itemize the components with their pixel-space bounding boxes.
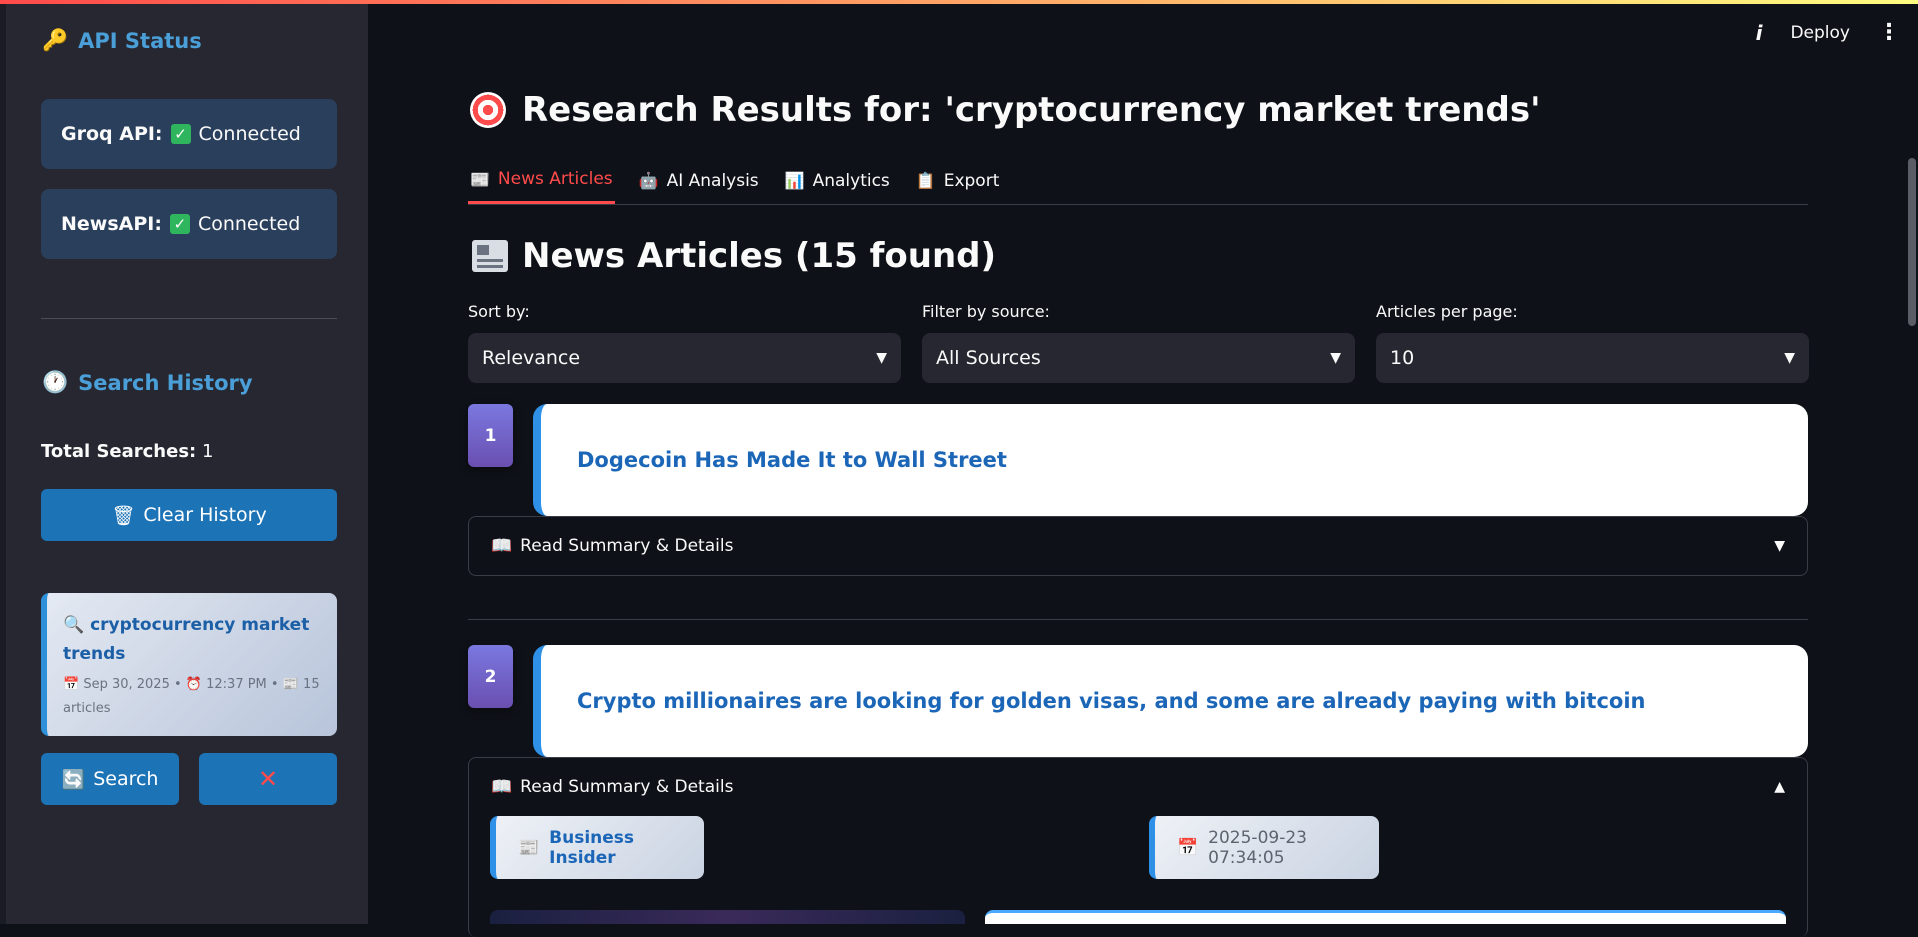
total-searches: Total Searches: 1 (41, 441, 214, 462)
info-icon[interactable]: i (1756, 21, 1763, 45)
target-icon (470, 92, 506, 128)
article-image-preview (490, 910, 965, 924)
alarm-clock-icon: ⏰ (185, 677, 202, 692)
source-filter-label: Filter by source: (922, 302, 1050, 321)
groq-status-card: Groq API: ✓ Connected (41, 99, 337, 169)
article-title-link[interactable]: Crypto millionaires are looking for gold… (577, 689, 1645, 713)
key-icon: 🔑 (42, 28, 69, 52)
sidebar: 🔑 API Status Groq API: ✓ Connected NewsA… (0, 0, 368, 924)
scrollbar[interactable] (1908, 158, 1916, 326)
sidebar-divider (41, 318, 337, 319)
newspaper-icon: 📰 (282, 677, 299, 692)
article-number-badge: 1 (468, 404, 513, 467)
sort-label: Sort by: (468, 302, 530, 321)
trash-icon: 🗑 (111, 504, 136, 527)
tab-ai-analysis[interactable]: 🤖 AI Analysis (637, 165, 761, 204)
refresh-icon: 🔄 (61, 768, 86, 791)
article-expander[interactable]: 📖 Read Summary & Details ▼ (468, 516, 1808, 576)
newspaper-icon: 📰 (470, 169, 490, 189)
chevron-down-icon: ▼ (1774, 538, 1785, 554)
close-icon: ✕ (257, 765, 279, 793)
delete-history-button[interactable]: ✕ (199, 753, 337, 805)
per-page-select[interactable]: 10 ▼ (1376, 333, 1809, 383)
tab-analytics[interactable]: 📊 Analytics (783, 165, 892, 204)
open-book-icon: 📖 (491, 777, 513, 797)
search-history-heading: 🕐 Search History (42, 370, 253, 395)
tab-bar: 📰 News Articles 🤖 AI Analysis 📊 Analytic… (468, 165, 1808, 205)
chevron-down-icon: ▼ (1330, 350, 1341, 366)
more-menu-icon[interactable]: ⋮ (1878, 20, 1900, 45)
tab-news-articles[interactable]: 📰 News Articles (468, 165, 615, 204)
clipboard-icon: 📋 (915, 171, 936, 190)
chevron-down-icon: ▼ (876, 350, 887, 366)
check-icon: ✓ (170, 124, 191, 144)
clock-icon: 🕐 (42, 370, 69, 394)
header-toolbar: i Deploy ⋮ (1756, 20, 1900, 45)
check-icon: ✓ (169, 214, 190, 234)
history-item[interactable]: 🔍 cryptocurrency market trends 📅 Sep 30,… (41, 593, 337, 736)
open-book-icon: 📖 (491, 536, 513, 556)
clear-history-button[interactable]: 🗑 Clear History (41, 489, 337, 541)
chevron-up-icon: ▲ (1774, 779, 1785, 795)
top-accent-bar (0, 0, 1918, 4)
search-again-button[interactable]: 🔄 Search (41, 753, 179, 805)
calendar-icon: 📅 (1177, 837, 1199, 858)
sort-select[interactable]: Relevance ▼ (468, 333, 901, 383)
robot-icon: 🤖 (638, 171, 659, 190)
article-title-card[interactable]: Crypto millionaires are looking for gold… (533, 645, 1808, 757)
source-chip: 📰 Business Insider (490, 816, 704, 879)
per-page-label: Articles per page: (1376, 302, 1518, 321)
api-status-heading: 🔑 API Status (42, 28, 202, 53)
newsapi-status-card: NewsAPI: ✓ Connected (41, 189, 337, 259)
source-filter-select[interactable]: All Sources ▼ (922, 333, 1355, 383)
article-title-link[interactable]: Dogecoin Has Made It to Wall Street (577, 448, 1007, 472)
deploy-button[interactable]: Deploy (1790, 23, 1850, 43)
date-chip: 📅 2025-09-23 07:34:05 (1149, 816, 1379, 879)
summary-card (985, 910, 1786, 924)
calendar-icon: 📅 (63, 677, 80, 692)
newspaper-icon: 📰 (518, 837, 540, 858)
history-meta: 📅 Sep 30, 2025 • ⏰ 12:37 PM • 📰 15 artic… (63, 677, 320, 716)
magnifier-icon: 🔍 (63, 615, 85, 635)
newspaper-icon (472, 240, 508, 272)
article-number-badge: 2 (468, 645, 513, 708)
bar-chart-icon: 📊 (784, 171, 805, 190)
chevron-down-icon: ▼ (1784, 350, 1795, 366)
article-title-card[interactable]: Dogecoin Has Made It to Wall Street (533, 404, 1808, 516)
page-title: Research Results for: 'cryptocurrency ma… (470, 90, 1540, 130)
article-divider (468, 619, 1808, 620)
section-title: News Articles (15 found) (472, 236, 996, 276)
tab-export[interactable]: 📋 Export (914, 165, 1002, 204)
